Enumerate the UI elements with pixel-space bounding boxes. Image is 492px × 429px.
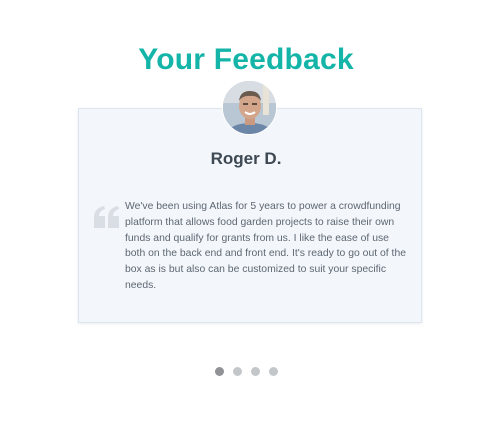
carousel-dot-1[interactable]	[214, 367, 224, 376]
person-photo-icon	[223, 81, 276, 134]
reviewer-name: Roger D.	[210, 149, 282, 168]
carousel-pagination	[0, 367, 492, 376]
carousel-dot-3[interactable]	[250, 367, 260, 376]
carousel-dot-2[interactable]	[232, 367, 242, 376]
avatar	[222, 80, 277, 135]
testimonial-quote: We've been using Atlas for 5 years to po…	[125, 201, 406, 291]
feedback-section: Your Feedback Roger D. We've been using …	[0, 0, 492, 429]
carousel-dot-4[interactable]	[268, 367, 278, 376]
quote-mark-icon	[94, 206, 119, 228]
section-title: Your Feedback	[138, 43, 354, 76]
